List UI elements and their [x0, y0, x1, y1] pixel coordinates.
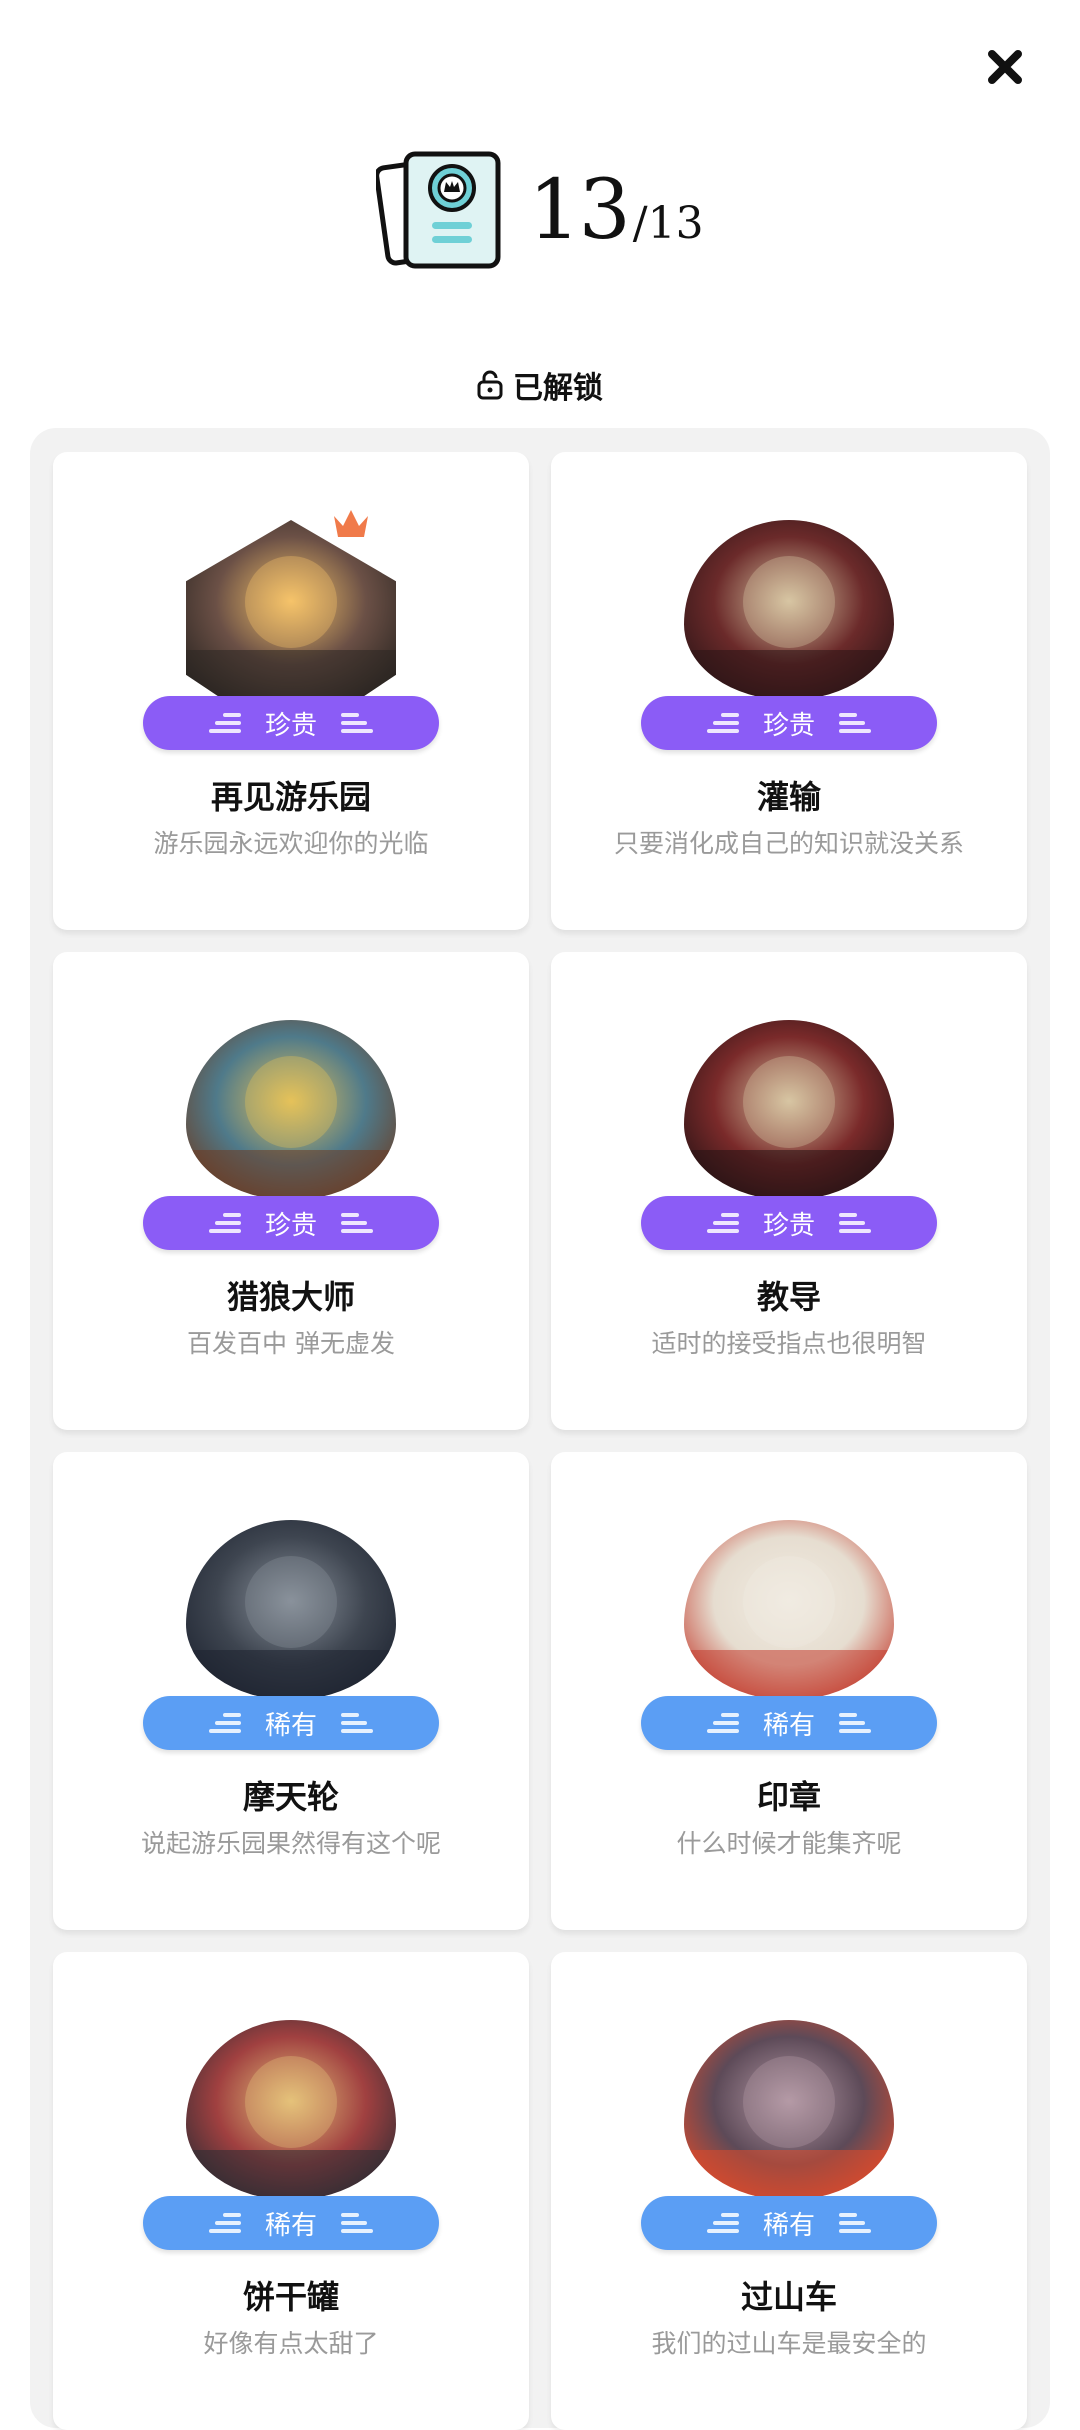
close-icon	[988, 50, 1022, 84]
achievement-image	[684, 1020, 894, 1200]
achievement-title: 印章	[756, 1778, 821, 1816]
rarity-label: 稀有	[762, 1710, 815, 1741]
achievement-image	[684, 1520, 894, 1700]
badge-stripes-left	[706, 1713, 739, 1733]
achievement-title: 摩天轮	[242, 1778, 339, 1816]
close-button[interactable]	[980, 42, 1030, 92]
achievement-card-6[interactable]: 稀有 印章 什么时候才能集齐呢	[551, 1452, 1027, 1930]
rarity-label: 珍贵	[264, 1210, 317, 1241]
achievement-description: 什么时候才能集齐呢	[676, 1829, 902, 1858]
rarity-badge: 珍贵	[143, 1196, 439, 1250]
achievement-title: 教导	[756, 1278, 821, 1316]
badge-stripes-right	[341, 1713, 373, 1733]
badge-stripes-right	[839, 1713, 871, 1733]
achievement-image	[684, 520, 894, 700]
achievement-card-5[interactable]: 稀有 摩天轮 说起游乐园果然得有这个呢	[53, 1452, 529, 1930]
rarity-badge: 珍贵	[641, 696, 937, 750]
badge-stripes-left	[208, 1713, 241, 1733]
badge-stripes-right	[839, 2213, 871, 2233]
achievement-image	[186, 2020, 396, 2200]
rarity-badge: 珍贵	[641, 1196, 937, 1250]
achievement-card-4[interactable]: 珍贵 教导 适时的接受指点也很明智	[551, 952, 1027, 1430]
rarity-label: 稀有	[264, 2210, 317, 2241]
achievement-title: 灌输	[756, 778, 821, 816]
rarity-label: 稀有	[264, 1710, 317, 1741]
achievement-image	[186, 520, 396, 700]
achievement-title: 猎狼大师	[226, 1278, 355, 1316]
badge-stripes-right	[839, 1213, 871, 1233]
achievement-description: 只要消化成自己的知识就没关系	[613, 829, 964, 858]
rarity-badge: 珍贵	[143, 696, 439, 750]
achievement-description: 我们的过山车是最安全的	[651, 2329, 927, 2358]
unlock-icon	[477, 370, 503, 400]
badge-stripes-left	[706, 1213, 739, 1233]
achievement-title: 再见游乐园	[210, 778, 371, 816]
achievement-card-8[interactable]: 稀有 过山车 我们的过山车是最安全的	[551, 1952, 1027, 2430]
achievement-card-2[interactable]: 珍贵 灌输 只要消化成自己的知识就没关系	[551, 452, 1027, 930]
rarity-label: 稀有	[762, 2210, 815, 2241]
badge-stripes-right	[839, 713, 871, 733]
badge-stripes-left	[208, 1213, 241, 1233]
badge-stripes-right	[341, 713, 373, 733]
badge-stripes-right	[341, 2213, 373, 2233]
achievement-card-3[interactable]: 珍贵 猎狼大师 百发百中 弹无虚发	[53, 952, 529, 1430]
achievement-image	[684, 2020, 894, 2200]
achievement-title: 饼干罐	[242, 2278, 339, 2316]
unlocked-text: 已解锁	[513, 371, 603, 406]
rarity-badge: 稀有	[143, 1696, 439, 1750]
achievement-title: 过山车	[740, 2278, 837, 2316]
badge-stripes-left	[706, 2213, 739, 2233]
collection-book-icon	[376, 151, 501, 269]
unlocked-count: 13	[528, 162, 630, 258]
badge-stripes-right	[341, 1213, 373, 1233]
achievement-description: 说起游乐园果然得有这个呢	[140, 1829, 441, 1858]
achievement-image	[186, 1020, 396, 1200]
achievement-description: 游乐园永远欢迎你的光临	[153, 829, 429, 858]
achievement-grid: 珍贵 再见游乐园 游乐园永远欢迎你的光临 珍贵 灌输 只要消化成自己的知识就没关…	[53, 452, 1027, 2430]
rarity-badge: 稀有	[143, 2196, 439, 2250]
badge-stripes-left	[208, 2213, 241, 2233]
total-count: /13	[632, 197, 704, 249]
crown-icon	[334, 510, 368, 537]
collection-header: 13 /13	[0, 140, 1080, 280]
achievement-description: 好像有点太甜了	[203, 2329, 379, 2358]
rarity-label: 珍贵	[264, 710, 317, 741]
badge-stripes-left	[208, 713, 241, 733]
unlocked-section-label: 已解锁	[0, 360, 1080, 410]
achievement-card-7[interactable]: 稀有 饼干罐 好像有点太甜了	[53, 1952, 529, 2430]
rarity-label: 珍贵	[762, 1210, 815, 1241]
achievement-image	[186, 1520, 396, 1700]
achievement-description: 适时的接受指点也很明智	[651, 1329, 927, 1358]
rarity-badge: 稀有	[641, 2196, 937, 2250]
achievement-description: 百发百中 弹无虚发	[187, 1329, 395, 1358]
unlock-progress: 13 /13	[528, 163, 703, 258]
badge-stripes-left	[706, 713, 739, 733]
rarity-badge: 稀有	[641, 1696, 937, 1750]
rarity-label: 珍贵	[762, 710, 815, 741]
achievement-card-1[interactable]: 珍贵 再见游乐园 游乐园永远欢迎你的光临	[53, 452, 529, 930]
